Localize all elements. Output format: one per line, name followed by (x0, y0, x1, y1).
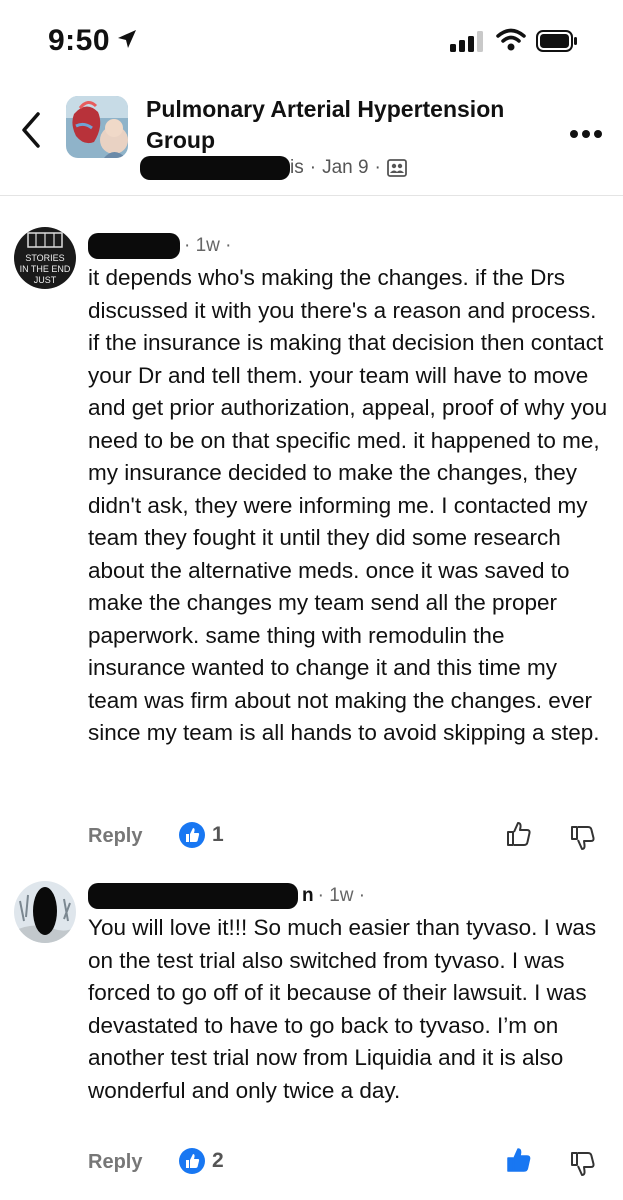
thumbs-up-icon[interactable] (504, 819, 534, 849)
svg-text:STORIES: STORIES (25, 253, 64, 263)
redacted-commenter-name (88, 883, 298, 909)
like-summary[interactable]: 2 (178, 1147, 224, 1175)
redacted-author (140, 156, 290, 180)
back-chevron-icon[interactable] (18, 110, 44, 150)
group-members-icon (386, 159, 407, 177)
battery-icon (536, 30, 577, 52)
thumbs-down-icon[interactable] (568, 823, 598, 853)
comment-header: n · 1w · (88, 883, 365, 909)
status-bar: 9:50 (0, 0, 623, 80)
svg-text:IN THE END: IN THE END (20, 264, 71, 274)
thumbs-down-icon[interactable] (568, 1149, 598, 1179)
post-date: Jan 9 (322, 157, 369, 178)
more-options-icon[interactable] (568, 128, 604, 140)
header-divider (0, 195, 623, 196)
wifi-icon (496, 28, 526, 51)
comment-time: · 1w · (184, 235, 232, 256)
like-count: 2 (212, 1149, 224, 1172)
redacted-commenter-name (88, 233, 180, 259)
comment-text: it depends who's making the changes. if … (88, 265, 608, 745)
comment-time: · 1w · (317, 885, 366, 906)
svg-text:JUST: JUST (34, 275, 57, 285)
comment-text: You will love it!!! So much easier than … (88, 915, 597, 1103)
group-avatar[interactable] (66, 96, 128, 158)
meta-separator: · (374, 157, 381, 178)
author-visible-text: is (290, 157, 304, 178)
comment-actions: Reply 2 (88, 1145, 608, 1185)
reply-button[interactable]: Reply (88, 825, 142, 848)
commenter-name-visible: n (302, 885, 314, 906)
comment-header: · 1w · (88, 233, 232, 259)
like-count: 1 (212, 823, 224, 846)
like-reaction-icon (179, 1148, 205, 1174)
location-arrow-icon (118, 30, 136, 48)
comment-actions: Reply 1 (88, 819, 608, 859)
commenter-avatar[interactable] (14, 881, 76, 943)
meta-separator: · (309, 157, 317, 178)
post-header: Pulmonary Arterial Hypertension Group is… (0, 80, 623, 200)
group-name[interactable]: Pulmonary Arterial Hypertension Group (146, 94, 546, 156)
reply-button[interactable]: Reply (88, 1151, 142, 1174)
status-time: 9:50 (48, 24, 111, 57)
cellular-signal-icon (450, 31, 483, 52)
thumbs-up-filled-icon[interactable] (504, 1145, 534, 1175)
post-meta: is · Jan 9 · (140, 156, 407, 180)
like-summary[interactable]: 1 (178, 821, 224, 849)
like-reaction-icon (179, 822, 205, 848)
commenter-avatar[interactable]: STORIES IN THE END JUST (14, 227, 76, 289)
